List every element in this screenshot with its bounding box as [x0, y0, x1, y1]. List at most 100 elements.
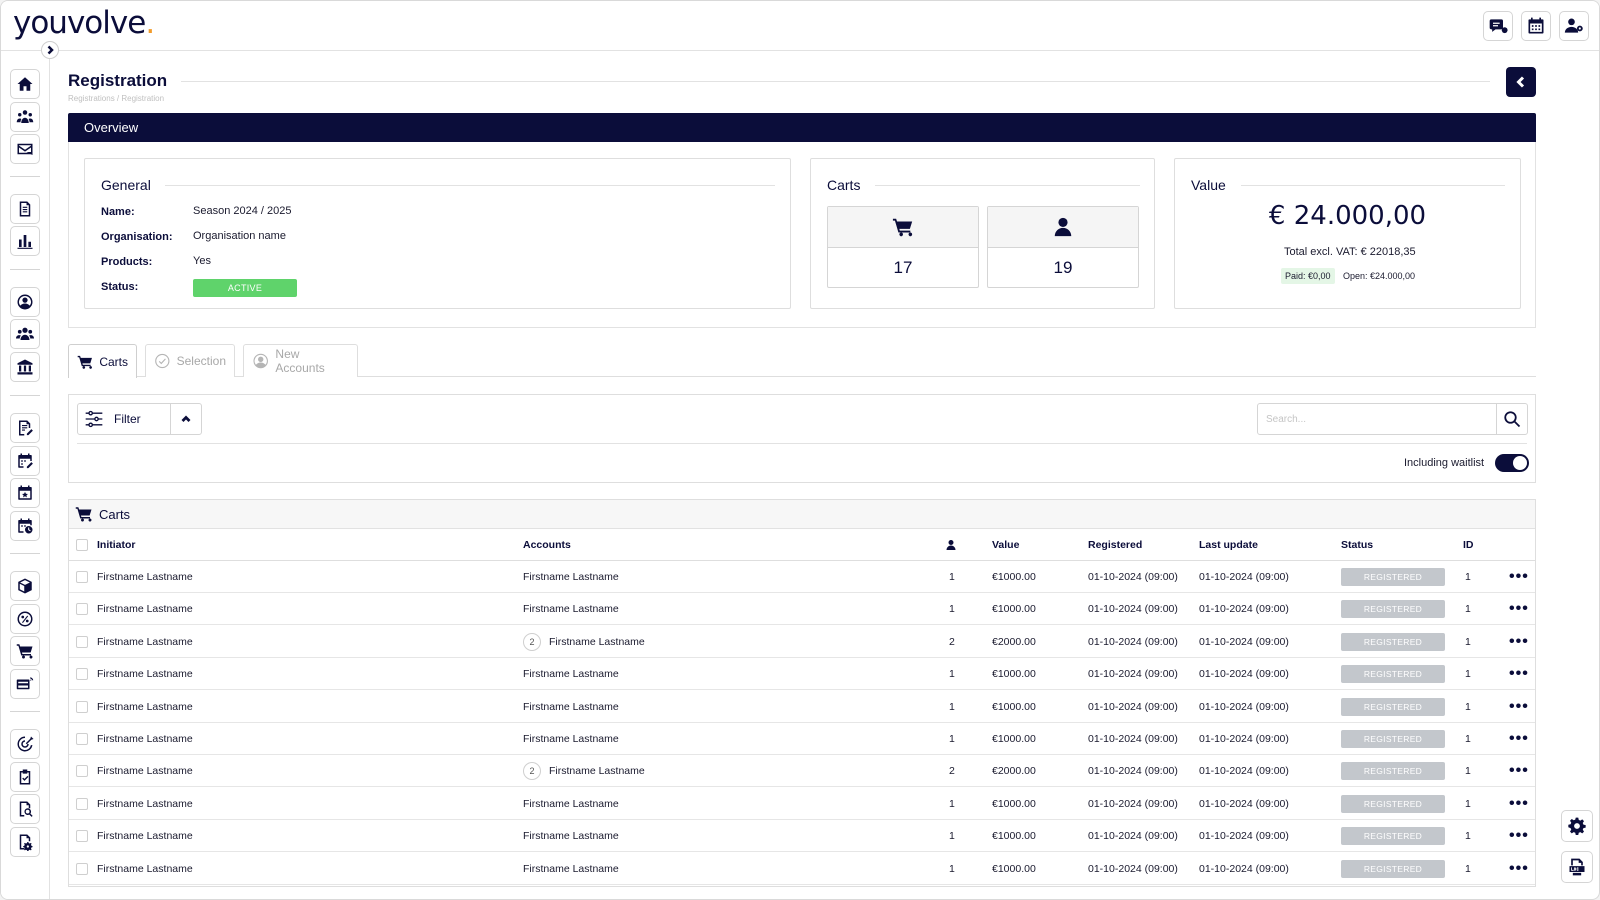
accounts-cell-wrapper[interactable]: 2 Firstname Lastname [523, 626, 645, 658]
row-checkbox[interactable] [76, 797, 88, 810]
calendar-clock-icon[interactable] [10, 511, 40, 541]
tab-selection[interactable]: Selection [145, 344, 235, 377]
home-icon[interactable] [10, 69, 40, 99]
table-row[interactable]: Firstname Lastname Firstname Lastname 1 €10… [69, 561, 1535, 593]
accounts-cell-wrapper[interactable]: 2 Firstname Lastname [523, 755, 645, 787]
row-checkbox[interactable] [76, 668, 88, 681]
row-status-badge: REGISTERED [1341, 568, 1445, 586]
initiator-cell[interactable]: Firstname Lastname [97, 820, 193, 852]
row-checkbox[interactable] [76, 765, 88, 778]
gear-icon[interactable] [1561, 810, 1593, 842]
column-header-value[interactable]: Value [992, 529, 1019, 561]
table-row[interactable]: Firstname Lastname Firstname Lastname 1 €10… [69, 691, 1535, 723]
document-icon[interactable] [10, 194, 40, 224]
table-row[interactable]: Firstname Lastname Firstname Lastname 1 €10… [69, 853, 1535, 885]
notification-icon[interactable] [1483, 11, 1513, 41]
cart-icon[interactable] [10, 636, 40, 666]
mail-icon[interactable] [10, 134, 40, 164]
table-row[interactable]: Firstname Lastname 2 Firstname Lastname 2 €2… [69, 626, 1535, 658]
row-checkbox[interactable] [76, 733, 88, 745]
accounts-cell-wrapper[interactable]: Firstname Lastname [523, 820, 619, 852]
initiator-cell[interactable]: Firstname Lastname [97, 853, 193, 885]
filter-collapse-button[interactable] [170, 403, 202, 435]
table-row[interactable]: Firstname Lastname Firstname Lastname 1 €10… [69, 788, 1535, 820]
accounts-cell: Firstname Lastname [523, 603, 619, 616]
table-row[interactable]: Firstname Lastname Firstname Lastname 1 €10… [69, 658, 1535, 691]
chart-icon[interactable] [10, 226, 40, 256]
overview-panel: General Name: Season 2024 / 2025 Organis… [68, 142, 1536, 328]
accounts-cell-wrapper[interactable]: Firstname Lastname [523, 723, 619, 755]
breadcrumb[interactable]: Registrations / Registration [68, 94, 164, 103]
search-document-icon[interactable] [10, 794, 40, 824]
accounts-cell-wrapper[interactable]: Firstname Lastname [523, 593, 619, 625]
more-options-icon[interactable]: ••• [1509, 626, 1529, 658]
initiator-cell[interactable]: Firstname Lastname [97, 593, 193, 625]
row-checkbox[interactable] [76, 700, 88, 713]
more-options-icon[interactable]: ••• [1509, 788, 1529, 820]
more-options-icon[interactable]: ••• [1509, 691, 1529, 723]
settings-document-icon[interactable] [10, 827, 40, 857]
bank-icon[interactable] [10, 352, 40, 382]
waitlist-toggle[interactable] [1495, 454, 1529, 472]
initiator-cell[interactable]: Firstname Lastname [97, 561, 193, 593]
accounts-cell-wrapper[interactable]: Firstname Lastname [523, 691, 619, 723]
column-header-id[interactable]: ID [1463, 529, 1474, 561]
initiator-cell[interactable]: Firstname Lastname [97, 691, 193, 723]
payment-icon[interactable] [10, 669, 40, 699]
filter-button[interactable]: Filter [77, 403, 171, 435]
target-icon[interactable] [10, 729, 40, 759]
more-options-icon[interactable]: ••• [1509, 853, 1529, 885]
column-header-last-update[interactable]: Last update [1199, 529, 1258, 561]
column-header-accounts[interactable]: Accounts [523, 529, 571, 561]
more-options-icon[interactable]: ••• [1509, 723, 1529, 755]
row-checkbox[interactable] [76, 862, 88, 875]
form-icon[interactable] [10, 413, 40, 443]
table-row[interactable]: Firstname Lastname Firstname Lastname 1 €10… [69, 723, 1535, 755]
sidebar-expand-toggle[interactable] [41, 41, 59, 59]
tab-new-accounts[interactable]: New Accounts [243, 344, 358, 377]
accounts-cell-wrapper[interactable]: Firstname Lastname [523, 561, 619, 593]
more-options-icon[interactable]: ••• [1509, 593, 1529, 625]
calendar-icon[interactable] [1521, 11, 1551, 41]
user-settings-icon[interactable] [1559, 11, 1589, 41]
clipboard-check-icon[interactable] [10, 762, 40, 792]
initiator-cell[interactable]: Firstname Lastname [97, 658, 193, 690]
column-header-initiator[interactable]: Initiator [97, 529, 136, 561]
row-checkbox[interactable] [76, 571, 88, 583]
column-header-registered[interactable]: Registered [1088, 529, 1142, 561]
row-checkbox[interactable] [76, 635, 88, 648]
row-checkbox[interactable] [76, 830, 88, 843]
log-icon[interactable] [1561, 851, 1593, 883]
person-icon [946, 540, 956, 550]
initiator-cell[interactable]: Firstname Lastname [97, 788, 193, 820]
search-input[interactable] [1257, 403, 1497, 435]
initiator-cell[interactable]: Firstname Lastname [97, 755, 193, 787]
accounts-cell-wrapper[interactable]: Firstname Lastname [523, 658, 619, 690]
calendar-star-icon[interactable] [10, 478, 40, 508]
search-button[interactable] [1496, 403, 1528, 435]
user-circle-icon[interactable] [10, 287, 40, 317]
initiator-cell[interactable]: Firstname Lastname [97, 626, 193, 658]
table-row[interactable]: Firstname Lastname 2 Firstname Lastname 2 €2… [69, 755, 1535, 788]
calendar-edit-icon[interactable] [10, 446, 40, 476]
more-options-icon[interactable]: ••• [1509, 561, 1529, 593]
tab-carts[interactable]: Carts [68, 344, 137, 378]
more-options-icon[interactable]: ••• [1509, 820, 1529, 852]
column-header-status[interactable]: Status [1341, 529, 1373, 561]
table-row[interactable]: Firstname Lastname Firstname Lastname 1 €10… [69, 820, 1535, 853]
app-logo[interactable]: youvolve. [13, 5, 155, 41]
column-header-persons[interactable] [945, 529, 957, 561]
more-options-icon[interactable]: ••• [1509, 755, 1529, 787]
discount-icon[interactable] [10, 604, 40, 634]
box-icon[interactable] [10, 571, 40, 601]
more-options-icon[interactable]: ••• [1509, 658, 1529, 690]
row-checkbox[interactable] [76, 603, 88, 616]
accounts-cell-wrapper[interactable]: Firstname Lastname [523, 853, 619, 885]
community-icon[interactable] [10, 102, 40, 132]
table-row[interactable]: Firstname Lastname Firstname Lastname 1 €10… [69, 593, 1535, 626]
users-icon[interactable] [10, 319, 40, 349]
initiator-cell[interactable]: Firstname Lastname [97, 723, 193, 755]
back-button[interactable] [1506, 67, 1536, 97]
select-all-checkbox[interactable] [76, 539, 88, 551]
accounts-cell-wrapper[interactable]: Firstname Lastname [523, 788, 619, 820]
